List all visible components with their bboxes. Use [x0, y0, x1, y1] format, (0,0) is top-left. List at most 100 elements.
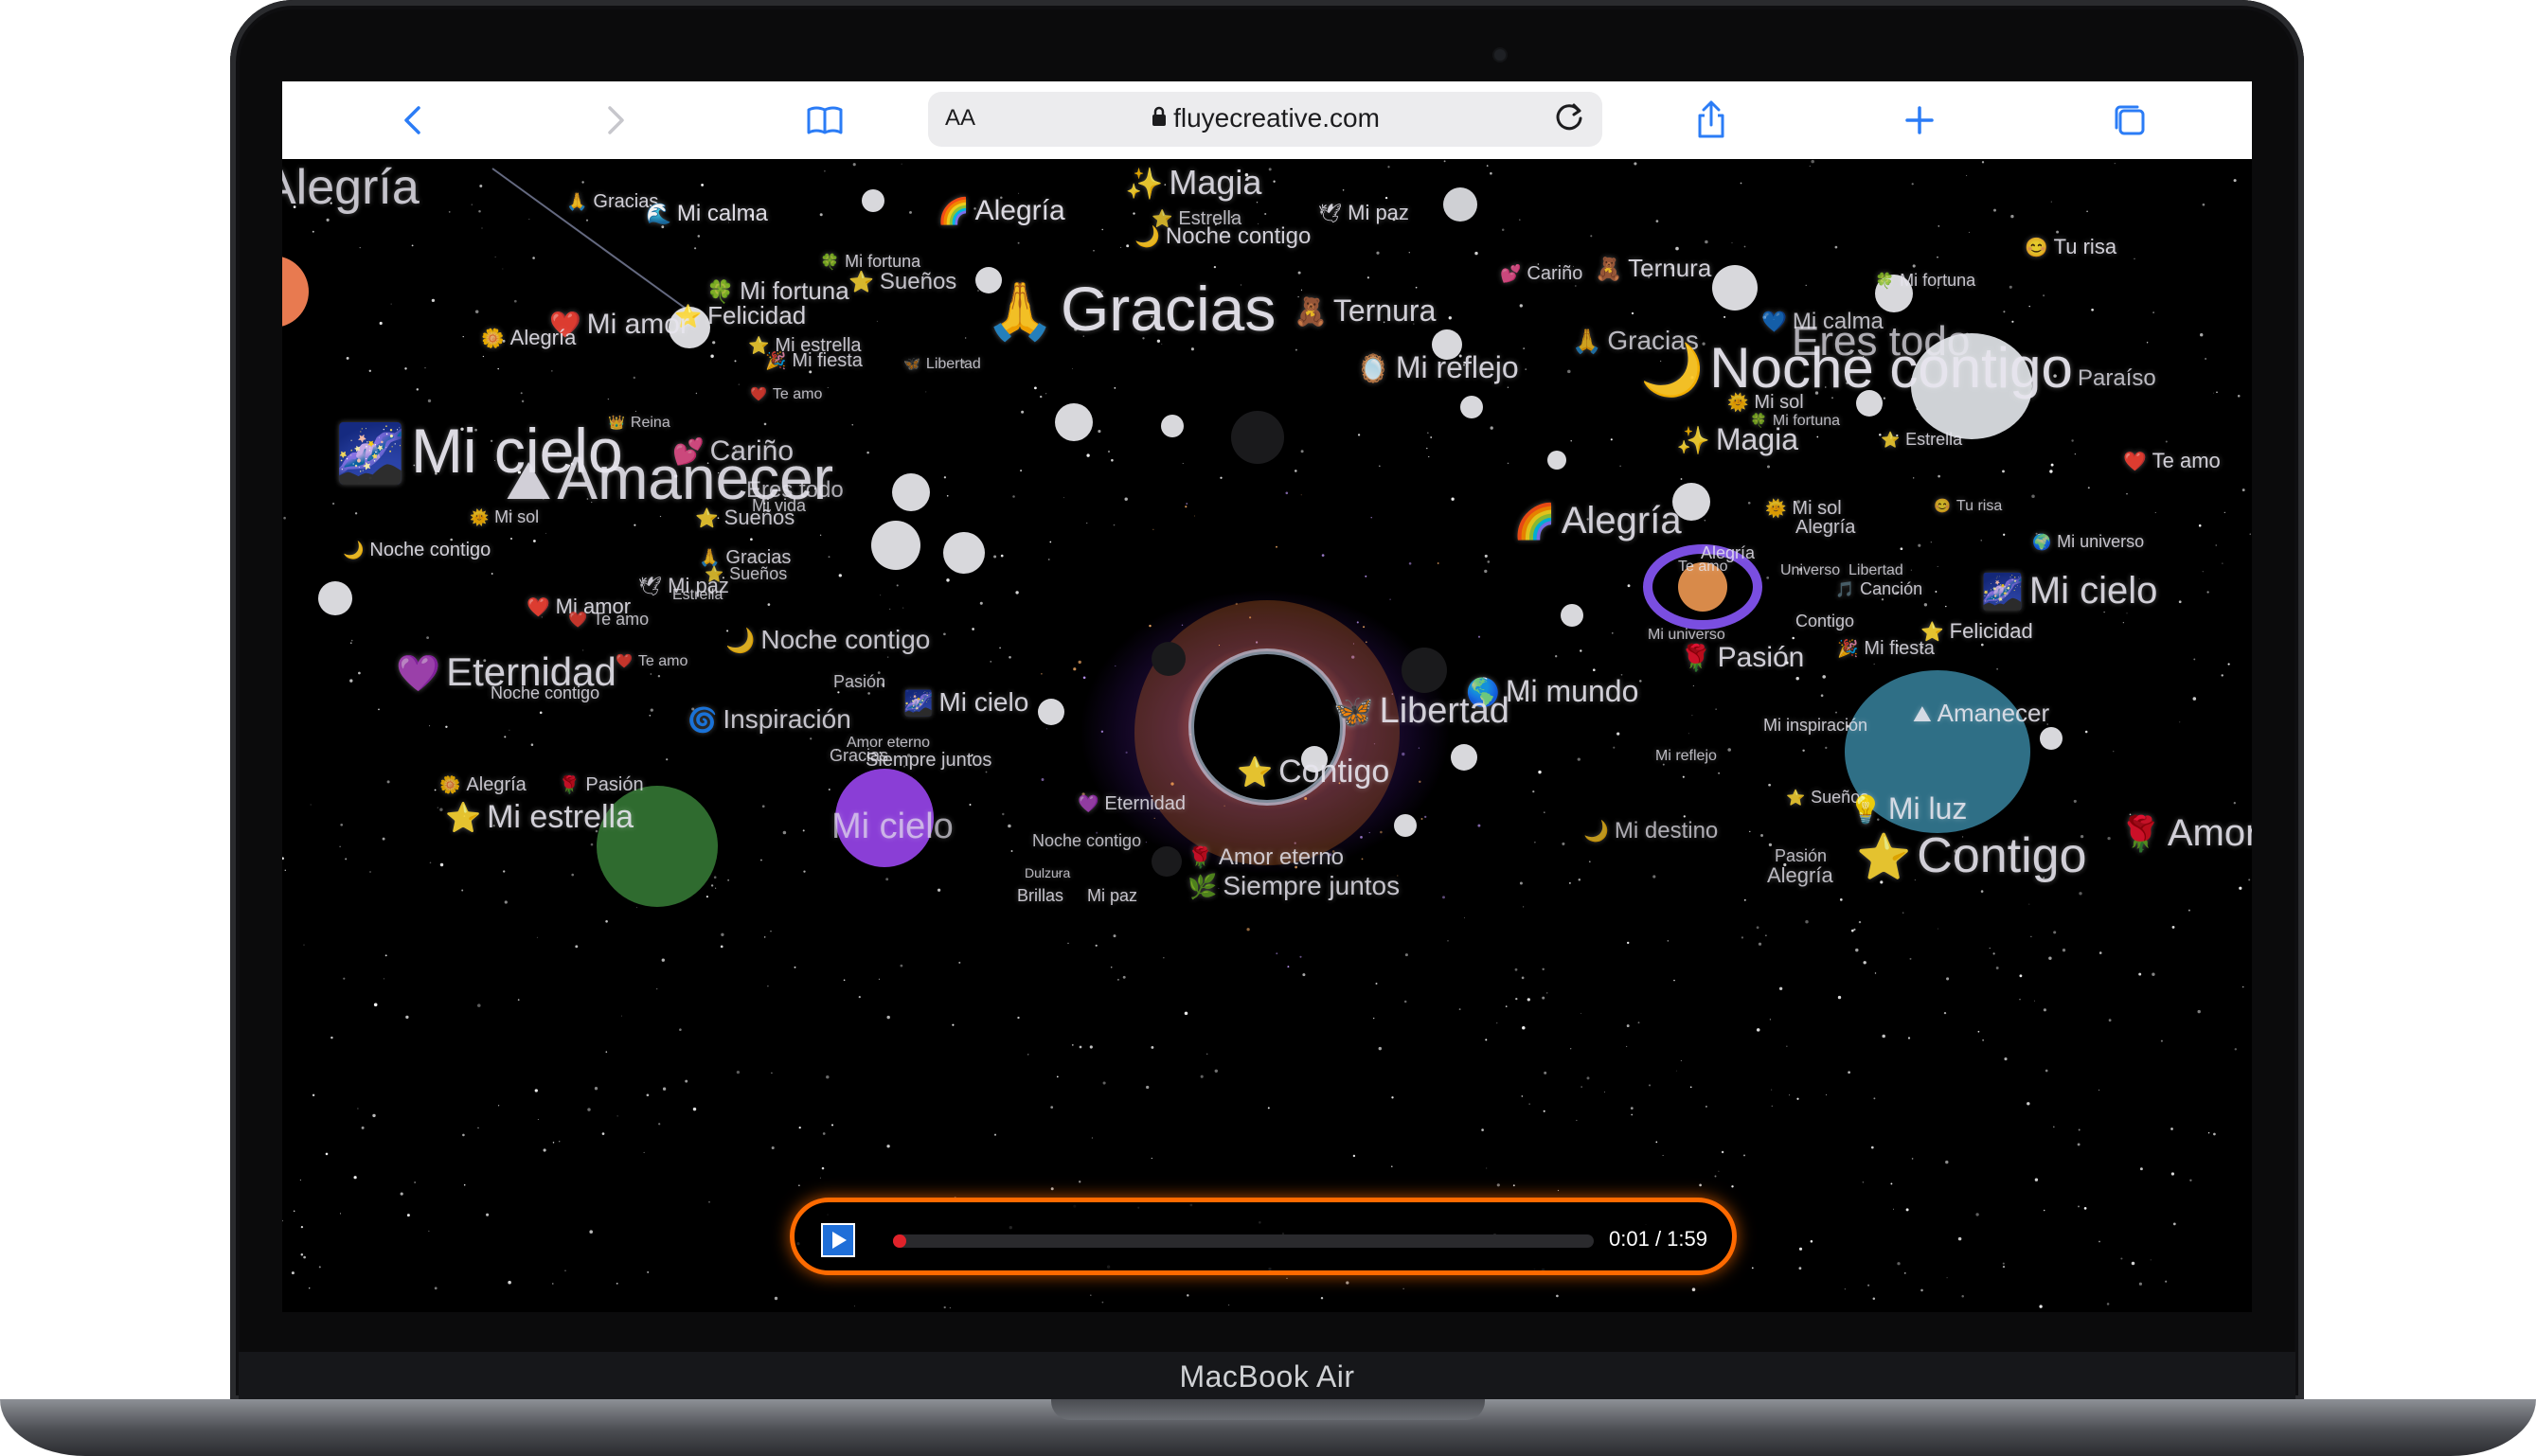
star-dot — [1376, 251, 1380, 255]
star-dot — [2073, 799, 2077, 803]
word-emoji-icon: 🌙 — [343, 541, 365, 559]
star-dot — [2098, 951, 2102, 954]
star-dot — [299, 1179, 301, 1181]
star-dot — [965, 337, 967, 339]
star-dot — [1996, 667, 1998, 670]
star-dot — [2189, 1179, 2192, 1181]
share-icon[interactable] — [1688, 97, 1735, 144]
star-dot — [1519, 219, 1521, 221]
star-dot — [1592, 668, 1596, 672]
progress-track[interactable] — [893, 1234, 1594, 1248]
chevron-left-icon[interactable] — [390, 97, 438, 144]
floating-word: ✨ Magia — [1125, 163, 1261, 203]
star-dot — [2053, 931, 2057, 934]
star-dot — [1447, 940, 1449, 942]
star-dot — [2010, 214, 2014, 219]
star-dot — [643, 1151, 645, 1153]
star-dot — [2170, 1172, 2175, 1176]
star-dot — [2171, 925, 2175, 929]
star-dot — [2206, 591, 2209, 594]
reload-icon[interactable] — [1549, 98, 1589, 147]
star-dot — [361, 1126, 365, 1129]
star-dot — [1822, 675, 1826, 679]
word-text: Felicidad — [707, 301, 807, 329]
star-dot — [1943, 1011, 1947, 1015]
star-dot — [1100, 730, 1104, 733]
star-dot — [1102, 1081, 1106, 1085]
star-dot — [2030, 935, 2032, 937]
word-emoji-icon: 🌞 — [1727, 393, 1749, 412]
laptop-notch — [1051, 1399, 1485, 1420]
star-dot — [508, 1280, 511, 1285]
star-dot — [647, 1270, 650, 1273]
star-dot — [1798, 1247, 1803, 1251]
star-dot — [1581, 1086, 1582, 1088]
star-dot — [979, 601, 983, 605]
star-dot — [1805, 284, 1807, 287]
tabs-icon[interactable] — [2106, 97, 2153, 144]
star-dot — [715, 887, 717, 889]
star-dot — [1721, 1150, 1724, 1154]
star-dot — [803, 870, 806, 873]
book-icon[interactable] — [801, 97, 848, 144]
space-scene[interactable]: Alegría🙏Gracias🌊Mi calma🌈Alegría✨Magia⭐E… — [282, 159, 2252, 1312]
star-dot — [1968, 231, 1970, 233]
play-icon[interactable] — [821, 1223, 855, 1257]
word-text: Mi universo — [2057, 532, 2145, 551]
star-dot — [1675, 246, 1679, 251]
star-dot — [491, 573, 493, 575]
star-dot — [2221, 674, 2223, 677]
url-text[interactable]: fluyecreative.com — [928, 103, 1602, 133]
star-dot — [943, 476, 947, 479]
word-emoji-icon: 🌌 — [335, 421, 405, 485]
word-text: Gracias — [1060, 274, 1277, 344]
word-text: Mi cielo — [831, 807, 954, 846]
star-dot — [1768, 843, 1773, 847]
star-dot — [439, 862, 444, 867]
word-text: Gracias — [830, 746, 889, 765]
progress-fill — [893, 1234, 906, 1248]
star-dot — [1073, 667, 1077, 671]
word-text: Mi calma — [676, 201, 768, 226]
word-emoji-icon: 🌈 — [1513, 502, 1556, 541]
star-dot — [1484, 569, 1488, 574]
star-dot — [958, 961, 961, 964]
star-dot — [1740, 182, 1742, 185]
star-dot — [1975, 1213, 1979, 1216]
star-dot — [2027, 1102, 2030, 1106]
word-text: Mi destino — [1614, 818, 1719, 843]
word-text: Amor eterno — [1218, 844, 1344, 870]
word-emoji-icon: ❤️ — [616, 654, 633, 669]
word-emoji-icon: 🧸 — [1294, 297, 1328, 328]
floating-word: 🌌Mi cielo — [1981, 570, 2157, 613]
star-dot — [1870, 1145, 1874, 1149]
floating-word: 🌊 Mi calma — [646, 201, 768, 227]
star-dot — [1418, 747, 1420, 749]
star-dot — [1474, 251, 1478, 256]
star-dot — [1182, 463, 1184, 465]
star-dot — [312, 1093, 315, 1097]
word-emoji-icon: 🌙 — [725, 628, 756, 654]
star-dot — [1982, 1039, 1984, 1041]
star-dot — [896, 584, 899, 587]
star-dot — [1528, 1103, 1530, 1105]
star-dot — [1820, 694, 1824, 698]
word-text: Alegría — [466, 774, 527, 795]
plus-icon[interactable] — [1896, 97, 1943, 144]
address-bar[interactable]: AA fluyecreative.com — [928, 92, 1602, 147]
star-dot — [1378, 1046, 1383, 1051]
floating-word: ⭐ Mi estrella — [445, 799, 634, 836]
star-dot — [736, 1070, 741, 1074]
word-emoji-icon: ⭐ — [445, 802, 482, 834]
chevron-right-icon[interactable] — [591, 97, 638, 144]
star-dot — [2139, 1167, 2143, 1171]
star-dot — [434, 1287, 438, 1290]
star-dot — [1938, 474, 1940, 478]
star-dot — [2009, 285, 2012, 289]
star-dot — [312, 230, 314, 233]
star-dot — [1430, 436, 1433, 438]
bottom-bezel: MacBook Air — [239, 1352, 2295, 1401]
star-dot — [2011, 320, 2014, 323]
star-dot — [1415, 286, 1418, 289]
star-dot — [705, 896, 708, 898]
